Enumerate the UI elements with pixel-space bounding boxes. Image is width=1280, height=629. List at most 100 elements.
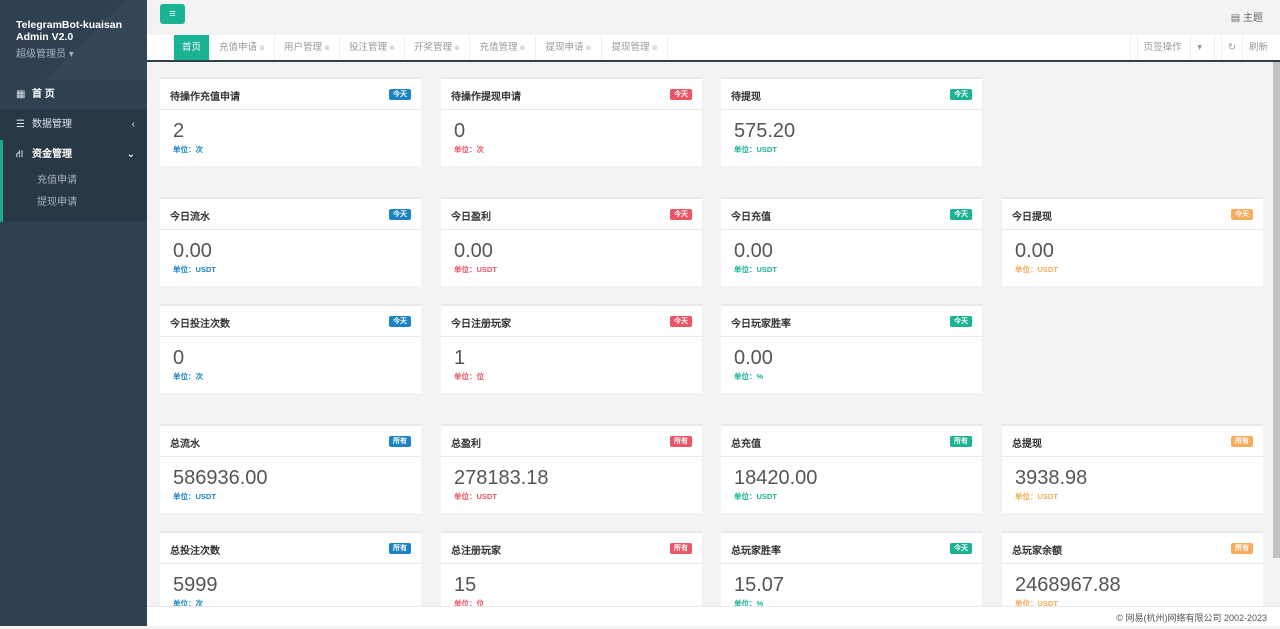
caret-down-icon: ▾: [68, 49, 74, 60]
close-icon[interactable]: ⊗: [324, 45, 330, 52]
stat-card: 待操作提现申请 今天 0 单位：次: [441, 77, 702, 166]
sidebar-subitem-recharge-request[interactable]: 充值申请: [3, 170, 147, 192]
card-header: 总提现 所有: [1002, 426, 1263, 457]
theme-icon: ▤: [1230, 13, 1241, 24]
stat-card: 今日提现 今天 0.00 单位：USDT: [1002, 197, 1263, 286]
page-ops-dropdown[interactable]: 页签操作 ▾: [1129, 35, 1214, 60]
period-badge: 今天: [670, 89, 692, 100]
card-value: 18420.00: [734, 467, 818, 489]
card-value: 15.07: [734, 574, 785, 596]
scrollbar[interactable]: [1273, 62, 1280, 558]
card-unit: 单位：USDT: [1015, 265, 1058, 274]
card-value: 15: [454, 574, 477, 596]
sidebar-item-funds-management[interactable]: ⛙ 资金管理 ⌄: [3, 140, 147, 170]
card-title: 今日注册玩家: [451, 319, 511, 330]
tab-recharge-management[interactable]: 充值管理 ⊗: [470, 35, 536, 60]
card-title: 待操作提现申请: [451, 92, 521, 103]
period-badge: 所有: [670, 543, 692, 554]
card-unit: 单位：次: [173, 372, 203, 381]
card-title: 今日提现: [1012, 212, 1052, 223]
card-header: 总投注次数 所有: [160, 533, 421, 564]
stat-card: 总玩家胜率 今天 15.07 单位：%: [721, 531, 982, 606]
sidebar: TelegramBot-kuaisan Admin V2.0 超级管理员 ▾ ▦…: [0, 0, 147, 626]
period-badge: 所有: [670, 436, 692, 447]
tab-label: 用户管理: [284, 42, 323, 53]
card-unit: 单位：USDT: [734, 145, 777, 154]
tab-withdraw-request[interactable]: 提现申请 ⊗: [536, 35, 602, 60]
tab-home[interactable]: 首页: [174, 35, 210, 60]
card-header: 总注册玩家 所有: [441, 533, 702, 564]
card-header: 总玩家胜率 今天: [721, 533, 982, 564]
card-value: 1: [454, 347, 466, 369]
card-unit: 单位：USDT: [734, 492, 777, 501]
menu-toggle-button[interactable]: ≡: [160, 4, 185, 24]
card-value: 3938.98: [1015, 467, 1088, 489]
stat-card: 今日注册玩家 今天 1 单位：位: [441, 304, 702, 393]
page-ops-label: 页签操作: [1136, 35, 1188, 60]
chevron-down-icon: ⌄: [126, 149, 135, 160]
tab-label: 提现申请: [545, 42, 584, 53]
card-header: 今日流水 今天: [160, 199, 421, 230]
stat-card: 今日充值 今天 0.00 单位：USDT: [721, 197, 982, 286]
card-unit: 单位：次: [454, 145, 484, 154]
stat-card: 总注册玩家 所有 15 单位：位: [441, 531, 702, 606]
user-role-dropdown[interactable]: 超级管理员 ▾: [16, 45, 147, 60]
card-title: 总玩家余额: [1012, 546, 1062, 557]
period-badge: 今天: [950, 316, 972, 327]
close-icon[interactable]: ⊗: [259, 45, 265, 52]
period-badge: 所有: [389, 543, 411, 554]
card-unit: 单位：%: [734, 372, 764, 381]
card-header: 总充值 所有: [721, 426, 982, 457]
tab-draw-management[interactable]: 开奖管理 ⊗: [405, 35, 470, 60]
period-badge: 今天: [670, 316, 692, 327]
card-value: 0.00: [454, 240, 493, 262]
card-header: 待提现 今天: [721, 79, 982, 110]
tab-bet-management[interactable]: 投注管理 ⊗: [340, 35, 405, 60]
brand-header: TelegramBot-kuaisan Admin V2.0 超级管理员 ▾: [0, 0, 147, 80]
period-badge: 所有: [389, 436, 411, 447]
theme-label: 主题: [1243, 13, 1263, 24]
period-badge: 今天: [389, 89, 411, 100]
sidebar-subitem-withdraw-request[interactable]: 提现申请: [3, 192, 147, 214]
close-icon[interactable]: ⊗: [520, 45, 526, 52]
chevron-left-icon: ‹: [131, 119, 135, 130]
card-value: 586936.00: [173, 467, 268, 489]
sidebar-item-data-management[interactable]: ☰ 数据管理 ‹: [0, 110, 147, 140]
tab-label: 充值申请: [219, 42, 258, 53]
theme-button[interactable]: ▤ 主题: [1231, 9, 1263, 24]
close-icon[interactable]: ⊗: [586, 45, 592, 52]
card-value: 0.00: [734, 240, 773, 262]
card-header: 今日投注次数 今天: [160, 306, 421, 337]
tab-label: 充值管理: [479, 42, 518, 53]
refresh-button[interactable]: ↻ 刷新: [1214, 35, 1280, 60]
close-icon[interactable]: ⊗: [652, 45, 658, 52]
card-header: 总流水 所有: [160, 426, 421, 457]
card-title: 总盈利: [451, 439, 481, 450]
stat-card: 今日盈利 今天 0.00 单位：USDT: [441, 197, 702, 286]
period-badge: 今天: [950, 209, 972, 220]
card-value: 2468967.88: [1015, 574, 1121, 596]
tab-withdraw-management[interactable]: 提现管理 ⊗: [602, 35, 668, 60]
stat-card: 总盈利 所有 278183.18 单位：USDT: [441, 424, 702, 513]
close-icon[interactable]: ⊗: [454, 45, 460, 52]
period-badge: 所有: [1231, 436, 1253, 447]
card-unit: 单位：USDT: [454, 492, 497, 501]
copyright-text: © 网易(杭州)网络有限公司 2002-2023: [1116, 613, 1267, 623]
tab-user-management[interactable]: 用户管理 ⊗: [275, 35, 340, 60]
card-value: 0: [454, 120, 466, 142]
stat-card: 总流水 所有 586936.00 单位：USDT: [160, 424, 421, 513]
card-header: 待操作充值申请 今天: [160, 79, 421, 110]
hamburger-icon: ≡: [169, 8, 176, 20]
card-unit: 单位：位: [454, 372, 484, 381]
close-icon[interactable]: ⊗: [389, 45, 395, 52]
sidebar-item-home[interactable]: ▦ 首 页: [0, 80, 147, 110]
brand-version: Admin V2.0: [16, 31, 74, 43]
card-header: 今日玩家胜率 今天: [721, 306, 982, 337]
tab-recharge-request[interactable]: 充值申请 ⊗: [210, 35, 275, 60]
refresh-label: 刷新: [1241, 35, 1274, 60]
card-title: 总提现: [1012, 439, 1042, 450]
period-badge: 所有: [950, 436, 972, 447]
stat-card: 今日玩家胜率 今天 0.00 单位：%: [721, 304, 982, 393]
sidebar-item-label: 数据管理: [32, 119, 72, 130]
card-value: 0.00: [734, 347, 773, 369]
